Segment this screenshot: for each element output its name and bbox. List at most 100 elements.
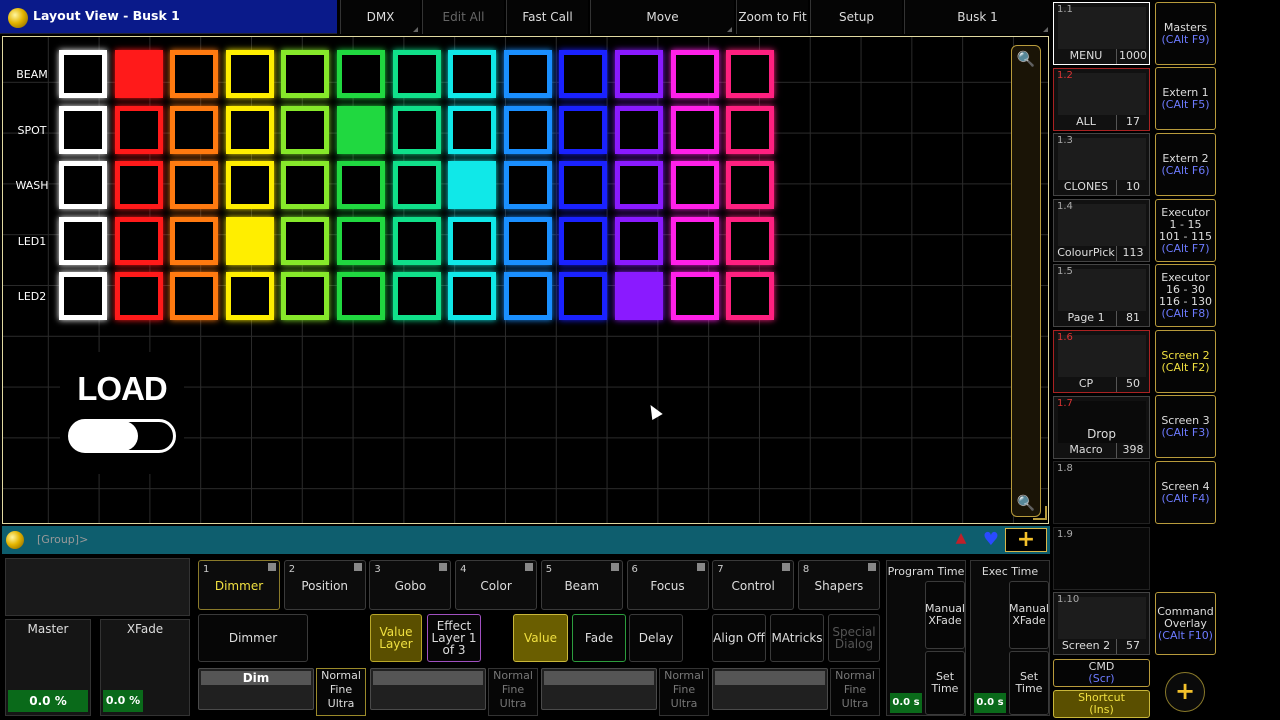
fixture-cell[interactable] [225,272,274,320]
screen-button-2[interactable]: Extern 2 (CAlt F6) [1155,133,1216,196]
master-fader[interactable]: Master 0.0 % [5,619,91,716]
fade-button[interactable]: Fade [572,614,626,662]
resize-handle[interactable] [1033,506,1047,520]
resolution-toggle-4[interactable]: Normal Fine Ultra [830,668,880,716]
fixture-cell[interactable] [114,161,163,209]
cmd-button[interactable]: CMD (Scr) [1053,659,1150,687]
zoom-in-icon[interactable]: 🔍 [1016,50,1036,70]
screen-button-7[interactable]: Screen 4 (CAlt F4) [1155,461,1216,524]
feature-tab-control[interactable]: 7 Control [712,560,795,610]
fixture-cell[interactable] [448,216,497,265]
fixture-cell[interactable] [59,105,107,154]
fixture-cell[interactable] [281,50,330,98]
view-button-1.8[interactable]: 1.8 [1053,461,1150,525]
fixture-cell[interactable] [392,105,441,154]
view-button-1.7[interactable]: 1.7 Drop Macro 398 [1053,395,1150,459]
screen-button-4[interactable]: Executor 16 - 30 116 - 130 (CAlt F8) [1155,264,1216,327]
fixture-cell[interactable] [170,50,219,98]
busk-1-button[interactable]: Busk 1 [904,0,1050,34]
feature-tab-dimmer[interactable]: 1 Dimmer [198,560,280,610]
fixture-cell[interactable] [726,272,775,320]
fixture-cell[interactable] [114,105,163,154]
screen-button-8[interactable]: Command Overlay (CAlt F10) [1155,592,1216,655]
fixture-cell[interactable] [392,161,441,209]
fixture-cell[interactable] [170,216,219,265]
fixture-cell[interactable] [225,105,274,154]
user-icon[interactable]: ▲ [952,530,970,550]
heart-icon[interactable]: ♥ [980,529,1002,550]
fixture-cell[interactable] [281,272,330,320]
encoder-3[interactable] [541,668,657,710]
fixture-cell[interactable] [170,161,219,209]
resolution-toggle-1[interactable]: Normal Fine Ultra [316,668,366,716]
move-button[interactable]: Move [590,0,734,34]
xfade-fader[interactable]: XFade 0.0 % [100,619,190,716]
fast-call-button[interactable]: Fast Call [506,0,588,34]
fixture-cell[interactable] [392,272,441,320]
fixture-cell[interactable] [670,105,719,154]
screen-button-3[interactable]: Executor 1 - 15 101 - 115 (CAlt F7) [1155,199,1216,262]
align-off-button[interactable]: Align Off [712,614,766,662]
fixture-cell[interactable] [59,216,107,265]
encoder-4[interactable] [712,668,828,710]
resolution-toggle-3[interactable]: Normal Fine Ultra [659,668,709,716]
fixture-cell[interactable] [59,272,107,320]
fixture-cell[interactable] [448,50,497,98]
fixture-cell[interactable] [59,50,107,98]
effect-layer-button[interactable]: Effect Layer 1 of 3 [427,614,481,662]
fixture-cell[interactable] [448,161,497,209]
view-button-1.6[interactable]: 1.6 CP 50 [1053,330,1150,393]
fixture-cell[interactable] [559,105,608,154]
special-dialog-button[interactable]: Special Dialog [828,614,880,662]
fixture-cell[interactable] [337,50,385,98]
fixture-cell[interactable] [670,161,719,209]
view-button-1.3[interactable]: 1.3 CLONES 10 [1053,133,1150,197]
fixture-cell[interactable] [503,216,552,265]
ma-logo-icon[interactable] [8,8,28,28]
fixture-cell[interactable] [337,105,385,154]
fixture-cell[interactable] [448,105,497,154]
view-button-1.5[interactable]: 1.5 Page 1 81 [1053,264,1150,328]
exec-set-time-button[interactable]: Set Time [1009,651,1049,715]
fixture-cell[interactable] [559,216,608,265]
fixture-cell[interactable] [615,105,663,154]
fixture-cell[interactable] [225,50,274,98]
fixture-cell[interactable] [615,50,663,98]
screen-button-5[interactable]: Screen 2 (CAlt F2) [1155,330,1216,393]
edit-all-button[interactable]: Edit All [422,0,504,34]
feature-tab-shapers[interactable]: 8 Shapers [797,560,880,610]
value-layer-button[interactable]: Value Layer [370,614,422,662]
fixture-cell[interactable] [726,105,775,154]
fixture-cell[interactable] [114,272,163,320]
dimmer-attribute-button[interactable]: Dimmer [198,614,308,662]
screen-button-0[interactable]: Masters (CAlt F9) [1155,2,1216,65]
fixture-cell[interactable] [170,105,219,154]
shortcut-button[interactable]: Shortcut (Ins) [1053,690,1150,718]
fixture-cell[interactable] [559,161,608,209]
feature-tab-gobo[interactable]: 3 Gobo [369,560,452,610]
matricks-button[interactable]: MAtricks [770,614,824,662]
fixture-cell[interactable] [59,161,107,209]
fixture-cell[interactable] [670,272,719,320]
fixture-cell[interactable] [559,272,608,320]
fixture-cell[interactable] [225,216,274,265]
fixture-cell[interactable] [448,272,497,320]
zoom-scrollbar[interactable]: 🔍 🔍 [1011,45,1041,517]
dmx-button[interactable]: DMX [340,0,420,34]
fixture-cell[interactable] [503,105,552,154]
fixture-cell[interactable] [615,272,663,320]
exec-manual-xfade-button[interactable]: Manual XFade [1009,581,1049,649]
fixture-cell[interactable] [503,272,552,320]
plus-button[interactable]: + [1005,528,1047,552]
view-button-1.1[interactable]: 1.1 MENU 1000 [1053,2,1150,65]
command-line[interactable]: [Group]> [2,526,1050,554]
resolution-toggle-2[interactable]: Normal Fine Ultra [488,668,538,716]
fixture-cell[interactable] [337,216,385,265]
zoom-to-fit-button[interactable]: Zoom to Fit [736,0,808,34]
fixture-cell[interactable] [670,50,719,98]
fixture-cell[interactable] [615,161,663,209]
feature-tab-position[interactable]: 2 Position [283,560,366,610]
load-toggle[interactable] [68,419,176,453]
fixture-cell[interactable] [281,216,330,265]
fixture-cell[interactable] [726,50,775,98]
